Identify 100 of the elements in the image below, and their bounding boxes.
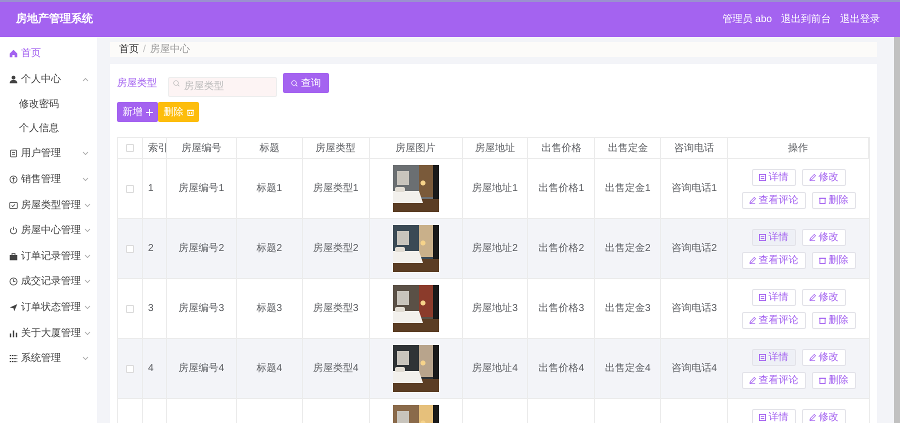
table-cell-text: 咨询电话1 [671, 182, 717, 196]
send-icon [9, 303, 18, 312]
bag-icon [9, 252, 18, 261]
pencil-icon [808, 414, 816, 421]
table-cell-text: 3 [148, 302, 154, 316]
row-action-button[interactable]: 修改 [802, 349, 846, 366]
trash-icon [818, 197, 826, 204]
chevron-down-icon [82, 356, 89, 362]
header-link[interactable]: 管理员 abo [722, 12, 772, 27]
row-action-button[interactable]: 修改 [802, 409, 846, 423]
sidebar-item[interactable]: 成交记录管理 [0, 269, 97, 295]
power-icon [9, 226, 18, 236]
table-cell-text: 4 [148, 362, 154, 376]
column-header: 房屋编号 [181, 142, 222, 156]
checkbox[interactable] [126, 184, 134, 192]
trash-icon [818, 317, 826, 324]
row-action-button[interactable]: 详情 [752, 229, 796, 246]
row-action-button[interactable]: 删除 [812, 312, 856, 329]
scrollbar[interactable] [888, 37, 900, 423]
chevron-down-icon [84, 279, 91, 284]
breadcrumb-item[interactable]: 房屋中心 [150, 42, 190, 57]
user-icon [9, 74, 18, 84]
checkbox[interactable] [126, 304, 134, 312]
sidebar-item[interactable]: 销售管理 [0, 166, 97, 192]
bars-icon [9, 328, 18, 338]
row-action-button[interactable]: 详情 [752, 289, 796, 306]
submenu-item[interactable]: 个人信息 [0, 116, 97, 142]
table-cell-text: 房屋编号4 [178, 362, 224, 376]
row-action-button[interactable]: 详情 [752, 349, 796, 366]
table-cell-text: 房屋地址2 [472, 242, 518, 256]
sidebar-item[interactable]: 订单状态管理 [0, 294, 97, 320]
pencil-icon [748, 317, 756, 324]
add-button[interactable]: 新增 [117, 102, 158, 122]
table-cell-text: 标题2 [256, 242, 282, 256]
table-cell-text: 标题1 [256, 182, 282, 196]
row-action-button[interactable]: 详情 [752, 409, 796, 423]
table-cell-text: 房屋类型4 [312, 362, 358, 376]
sidebar-item[interactable]: 订单记录管理 [0, 244, 97, 270]
row-action-button[interactable]: 删除 [812, 192, 856, 209]
table-cell-text: 2 [148, 242, 154, 256]
search-field[interactable]: 房屋类型 [168, 76, 277, 96]
table-cell-text: 出售价格2 [538, 242, 584, 256]
document-icon [758, 174, 766, 181]
table-cell-text: 房屋编号3 [178, 302, 224, 316]
row-action-button[interactable]: 修改 [802, 169, 846, 186]
row-action-button[interactable]: 查看评论 [742, 372, 806, 389]
checkbox[interactable] [126, 144, 134, 152]
sidebar-item[interactable]: 关于大厦管理 [0, 320, 97, 346]
row-action-button[interactable]: 删除 [812, 372, 856, 389]
checkbox[interactable] [126, 244, 134, 252]
breadcrumb-item[interactable]: 首页 [119, 42, 139, 57]
search-icon [291, 80, 298, 86]
breadcrumb-separator: / [143, 43, 146, 57]
app-title: 房地产管理系统 [16, 12, 93, 28]
column-header: 标题 [259, 142, 280, 156]
checkbox[interactable] [126, 364, 134, 372]
sidebar-item[interactable]: 房屋类型管理 [0, 192, 97, 218]
sidebar-item[interactable]: 个人中心 [0, 66, 97, 92]
sidebar-item[interactable]: 首页 [0, 41, 97, 67]
row-action-button[interactable]: 查看评论 [742, 312, 806, 329]
sidebar-item[interactable]: 系统管理 [0, 346, 97, 372]
chevron-down-icon [84, 330, 91, 336]
table-cell-text: 出售价格1 [538, 182, 584, 196]
trash-icon [818, 377, 826, 384]
header-link[interactable]: 退出登录 [840, 12, 880, 27]
search-button[interactable]: 查询 [283, 73, 329, 93]
pencil-icon [748, 377, 756, 384]
table-cell-text: 标题4 [256, 362, 282, 376]
document-icon [758, 294, 766, 301]
row-action-button[interactable]: 修改 [802, 289, 846, 306]
row-action-button[interactable]: 查看评论 [742, 252, 806, 269]
document-icon [758, 234, 766, 241]
table-cell-text: 房屋类型3 [312, 302, 358, 316]
row-action-button[interactable]: 详情 [752, 169, 796, 186]
clock-icon [9, 277, 18, 286]
coin-icon [9, 175, 18, 184]
document-icon [758, 414, 766, 421]
pencil-icon [808, 294, 816, 301]
table-cell-text: 房屋地址1 [472, 182, 518, 196]
pencil-icon [748, 197, 756, 204]
pencil-icon [808, 174, 816, 181]
trash-icon [186, 108, 194, 116]
chevron-down-icon [84, 305, 91, 310]
column-header: 咨询电话 [674, 142, 714, 156]
table-cell-text: 出售定金4 [605, 362, 651, 376]
column-header: 出售定金 [608, 142, 648, 156]
header-link[interactable]: 退出到前台 [781, 12, 831, 27]
row-action-button[interactable]: 删除 [812, 252, 856, 269]
submenu-item[interactable]: 修改密码 [0, 92, 97, 117]
table-cell-text: 标题3 [256, 302, 282, 316]
table-cell-text: 出售价格3 [538, 302, 584, 316]
chevron-down-icon [84, 254, 91, 259]
row-action-button[interactable]: 修改 [802, 229, 846, 246]
sidebar-item[interactable]: 用户管理 [0, 141, 97, 167]
chevron-up-icon [82, 76, 89, 82]
search-label: 房屋类型 [117, 76, 157, 90]
sidebar-item[interactable]: 房屋中心管理 [0, 218, 97, 244]
table-cell-text: 咨询电话3 [671, 302, 717, 316]
plus-icon [146, 108, 152, 116]
row-action-button[interactable]: 查看评论 [742, 192, 806, 209]
